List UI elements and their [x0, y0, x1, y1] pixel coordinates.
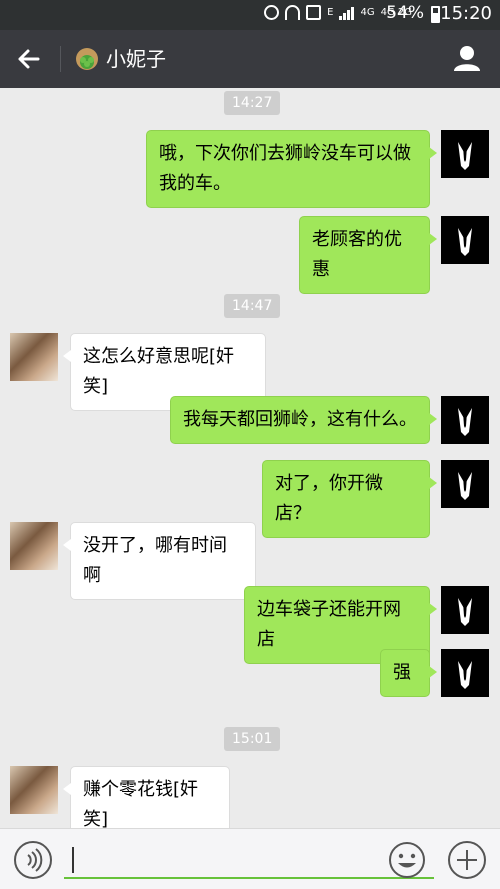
- battery-icon: [431, 6, 440, 23]
- timestamp: 14:27: [224, 91, 281, 115]
- outgoing-message[interactable]: 对了，你开微店？: [262, 460, 437, 538]
- timestamp: 15:01: [224, 727, 281, 751]
- contact-avatar[interactable]: [10, 766, 58, 814]
- plus-button[interactable]: [448, 841, 486, 879]
- battery-percent: 54%: [386, 3, 424, 23]
- my-avatar[interactable]: [441, 216, 489, 264]
- message-list[interactable]: 14:27 哦，下次你们去狮岭没车可以做我的车。 老顾客的优惠 14:47 这怎…: [0, 88, 500, 828]
- timestamp: 14:47: [224, 294, 281, 318]
- my-avatar[interactable]: [441, 396, 489, 444]
- call-icon: [306, 5, 322, 20]
- text-caret: [72, 847, 74, 873]
- voice-button[interactable]: [14, 841, 52, 879]
- my-avatar[interactable]: [441, 586, 489, 634]
- clock: 15:20: [440, 3, 492, 24]
- arrow-left-icon: [18, 49, 40, 69]
- signal-icon: [339, 6, 355, 20]
- outgoing-message[interactable]: 老顾客的优惠: [299, 216, 437, 294]
- incoming-message[interactable]: 没开了，哪有时间啊: [63, 522, 256, 600]
- my-avatar[interactable]: [441, 130, 489, 178]
- wifi-icon: [285, 5, 301, 20]
- contact-avatar[interactable]: [10, 522, 58, 570]
- contact-avatar[interactable]: [10, 333, 58, 381]
- outgoing-message[interactable]: 我每天都回狮岭，这有什么。: [170, 396, 437, 444]
- incoming-message[interactable]: 赚个零花钱[奸笑]: [63, 766, 230, 828]
- suit-tie-icon: [458, 472, 472, 500]
- back-button[interactable]: [8, 39, 48, 79]
- input-bar: [0, 828, 500, 889]
- network-e-label: E: [327, 6, 334, 18]
- voice-icon: [27, 848, 43, 872]
- person-icon[interactable]: [452, 43, 482, 73]
- outgoing-message[interactable]: 哦，下次你们去狮岭没车可以做我的车。: [146, 130, 437, 208]
- suit-tie-icon: [458, 598, 472, 626]
- my-avatar[interactable]: [441, 649, 489, 697]
- smiley-icon[interactable]: [388, 841, 426, 879]
- suit-tie-icon: [458, 142, 472, 170]
- header-divider: [60, 46, 61, 72]
- my-avatar[interactable]: [441, 460, 489, 508]
- plus-icon: [457, 850, 477, 870]
- network-4g-label: 4G: [360, 6, 375, 18]
- outgoing-message[interactable]: 强: [380, 649, 437, 697]
- chat-title: 小妮子: [106, 47, 166, 71]
- message-input[interactable]: [64, 839, 434, 879]
- clover-emoji-icon: [76, 48, 98, 70]
- suit-tie-icon: [458, 408, 472, 436]
- status-bar: E 4G 4G 2G 54% 15:20: [0, 0, 500, 30]
- alarm-icon: [264, 5, 280, 20]
- suit-tie-icon: [458, 228, 472, 256]
- chat-header: 小妮子: [0, 30, 500, 88]
- suit-tie-icon: [458, 661, 472, 689]
